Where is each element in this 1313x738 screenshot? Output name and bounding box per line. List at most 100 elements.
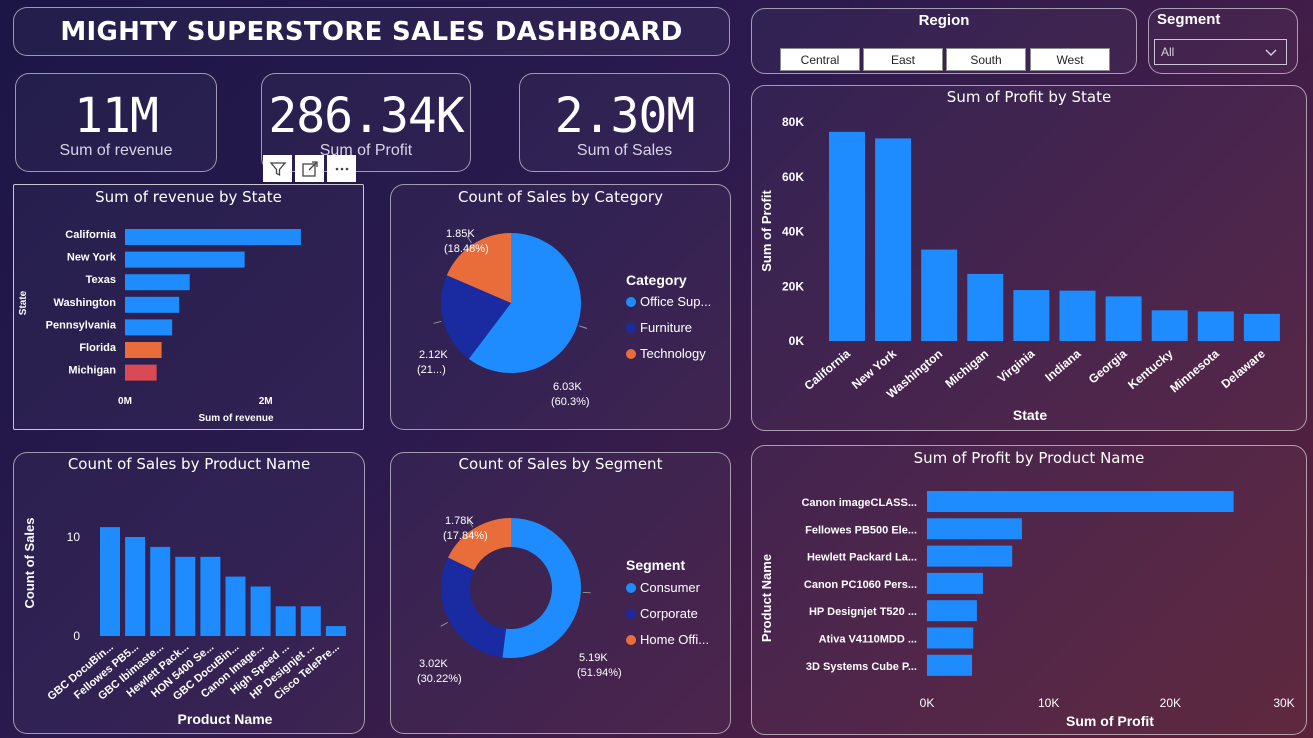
region-button-south[interactable]: South	[946, 48, 1026, 71]
region-slicer: Region Central East South West	[751, 8, 1137, 74]
sales-by-product-chart: Count of Sales Product Name 010GBC DocuB…	[22, 517, 346, 727]
profit-product-category-label: HP Designjet T520 ...	[809, 606, 917, 618]
profit-by-state-card[interactable]: Sum of Profit by State Sum of Profit Sta…	[751, 85, 1307, 431]
category-legend-marker	[626, 349, 636, 359]
profit-product-bar	[927, 600, 977, 622]
segment-legend-marker	[626, 609, 636, 619]
revenue-category-label: Michigan	[68, 365, 116, 377]
profit-product-category-label: Fellowes PB500 Ele...	[805, 524, 917, 536]
segment-slice	[441, 557, 506, 658]
product-count-bar	[200, 556, 221, 636]
region-button-central[interactable]: Central	[780, 48, 860, 71]
category-slice-pct-label: (60.3%)	[551, 396, 590, 408]
revenue-category-label: Washington	[53, 297, 116, 309]
profit-state-bar	[921, 249, 958, 341]
profit-state-y-tick: 40K	[782, 225, 804, 239]
profit-state-x-tick: Delaware	[1218, 346, 1268, 391]
profit-state-bar	[1151, 310, 1188, 341]
region-button-east[interactable]: East	[863, 48, 943, 71]
segment-legend-label: Home Offi...	[640, 632, 709, 647]
profit-product-category-label: Ativa V4110MDD ...	[819, 634, 917, 646]
more-options-icon[interactable]	[327, 155, 356, 182]
segment-dropdown-value: All	[1161, 45, 1175, 59]
revenue-bar	[125, 342, 162, 358]
segment-dropdown[interactable]: All	[1154, 39, 1287, 65]
category-slice-pct-label: (18.48%)	[444, 243, 489, 255]
profit-product-bar	[927, 572, 983, 594]
revenue-axis-ylabel: State	[18, 290, 29, 315]
profit-state-bar	[1013, 290, 1050, 341]
segment-legend-title: Segment	[626, 557, 685, 573]
segment-slice-pct-label: (17.84%)	[443, 530, 488, 542]
product-count-bar	[100, 527, 120, 636]
region-slicer-title: Region	[918, 12, 970, 29]
kpi-sales-card[interactable]: 2.30M Sum of Sales	[519, 73, 730, 172]
kpi-revenue-card[interactable]: 11M Sum of revenue	[15, 73, 217, 172]
kpi-sales-value: 2.30M	[554, 88, 695, 144]
category-legend-marker	[626, 323, 636, 333]
revenue-category-label: Pennsylvania	[46, 319, 117, 331]
profit-product-category-label: 3D Systems Cube P...	[806, 661, 917, 673]
profit-product-axis-xlabel: Sum of Profit	[1066, 713, 1154, 729]
visual-header-toolbar	[263, 155, 356, 182]
product-count-y-tick: 0	[73, 629, 80, 643]
profit-state-bar	[1105, 296, 1142, 341]
segment-legend-marker	[626, 635, 636, 645]
category-leader-line	[579, 325, 587, 329]
revenue-x-tick: 2M	[259, 396, 273, 407]
segment-legend-label: Consumer	[640, 580, 701, 595]
revenue-by-state-card[interactable]: Sum of revenue by State State Sum of rev…	[13, 184, 364, 430]
profit-state-y-tick: 20K	[782, 279, 804, 293]
profit-state-bar	[1197, 311, 1234, 341]
segment-legend-label: Corporate	[640, 606, 698, 621]
revenue-bar	[125, 229, 301, 245]
profit-product-bar	[927, 491, 1234, 512]
profit-state-bar	[1059, 290, 1096, 341]
revenue-by-state-chart: State Sum of revenue California New York T…	[18, 229, 301, 424]
dashboard-title: MIGHTY SUPERSTORE SALES DASHBOARD	[60, 16, 683, 47]
product-count-bar	[150, 546, 171, 636]
profit-state-x-tick: California	[802, 346, 854, 393]
profit-state-bar	[1243, 313, 1280, 341]
product-count-bar	[275, 606, 296, 636]
profit-by-product-chart: Product Name Sum of Profit Canon imageCL…	[759, 491, 1295, 729]
profit-product-x-tick: 30K	[1273, 696, 1294, 710]
segment-slicer: Segment All	[1148, 8, 1298, 74]
profit-product-bar	[927, 545, 1013, 567]
profit-by-product-card[interactable]: Sum of Profit by Product Name Product Na…	[751, 445, 1307, 735]
profit-state-y-tick: 0K	[789, 334, 805, 348]
segment-slice-pct-label: (30.22%)	[417, 673, 462, 685]
profit-product-category-label: Canon imageCLASS...	[801, 497, 917, 509]
profit-by-state-chart: Sum of Profit State 0K 20K 40K 60K 80K Califo…	[759, 115, 1280, 423]
category-slice-value-label: 1.85K	[446, 228, 475, 240]
profit-product-category-label: Canon PC1060 Pers...	[804, 579, 917, 591]
profit-state-y-tick: 80K	[782, 115, 804, 129]
region-button-west[interactable]: West	[1030, 48, 1110, 71]
profit-state-axis-ylabel: Sum of Profit	[759, 190, 774, 272]
revenue-bar	[125, 274, 190, 291]
product-count-bar	[325, 626, 346, 636]
sales-by-segment-card[interactable]: Count of Sales by Segment Segment 5.19K(…	[390, 452, 731, 734]
profit-product-axis-ylabel: Product Name	[759, 554, 774, 642]
revenue-category-label: New York	[67, 252, 117, 264]
profit-product-x-tick: 10K	[1038, 696, 1059, 710]
segment-slice-value-label: 5.19K	[579, 652, 608, 664]
profit-state-bar	[875, 138, 912, 341]
focus-mode-icon[interactable]	[295, 155, 324, 182]
profit-product-bar	[927, 627, 974, 649]
product-count-bar	[175, 556, 196, 636]
product-count-bar	[125, 537, 146, 636]
product-count-axis-ylabel: Count of Sales	[22, 517, 37, 608]
segment-slice	[502, 518, 581, 658]
sales-by-category-card[interactable]: Count of Sales by Category Category 6.03…	[390, 184, 731, 430]
revenue-category-label: California	[65, 229, 117, 241]
sales-by-product-card[interactable]: Count of Sales by Product Name Count of …	[13, 452, 365, 734]
segment-slice-value-label: 1.78K	[445, 515, 474, 527]
product-count-bar	[300, 606, 321, 636]
revenue-bar	[125, 319, 173, 336]
sales-by-segment-chart: Segment 5.19K (51.94%) Consumer 3.02K (30.22…	[417, 515, 709, 685]
category-legend-label: Office Sup...	[640, 294, 711, 309]
revenue-bar	[125, 296, 180, 313]
segment-legend-marker	[626, 583, 636, 593]
filter-icon[interactable]	[263, 155, 292, 182]
